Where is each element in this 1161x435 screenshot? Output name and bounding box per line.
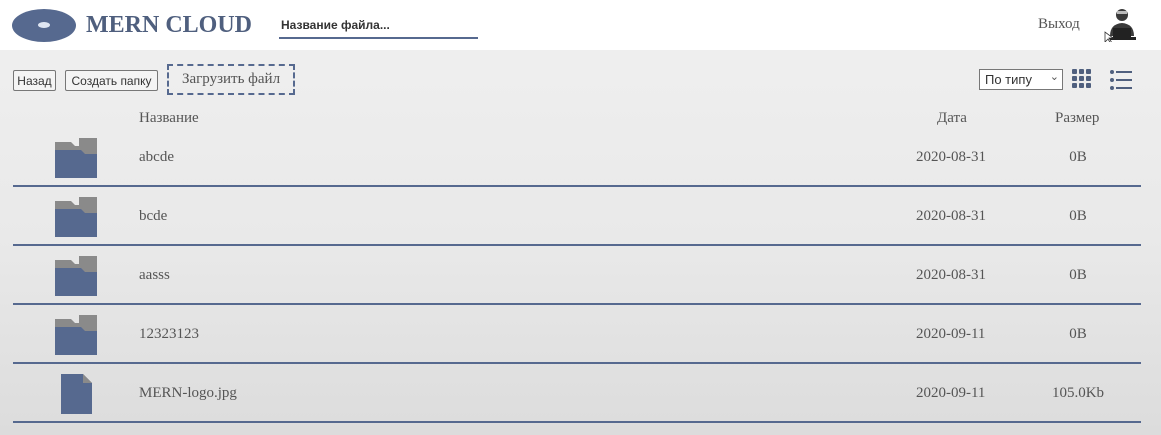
file-date: 2020-09-11 — [916, 326, 986, 342]
grid-view-icon[interactable] — [1072, 69, 1092, 89]
file-icon — [53, 372, 99, 416]
logout-button[interactable]: Выход — [1038, 16, 1080, 33]
column-header-name: Название — [139, 110, 199, 126]
folder-icon — [53, 195, 99, 239]
sort-select[interactable]: По типу ⌄ — [979, 69, 1063, 90]
file-row[interactable]: aasss 2020-08-31 0B — [13, 246, 1141, 305]
back-button[interactable]: Назад — [13, 70, 56, 91]
file-name: aasss — [139, 267, 170, 283]
file-name: abcde — [139, 149, 174, 165]
file-row[interactable]: abcde 2020-08-31 0B — [13, 128, 1141, 187]
file-row[interactable]: 12323123 2020-09-11 0B — [13, 305, 1141, 364]
folder-icon — [53, 254, 99, 298]
navbar: MERN CLOUD Выход — [0, 0, 1161, 50]
file-size: 0B — [1069, 326, 1087, 342]
file-size: 105.0Kb — [1051, 385, 1105, 401]
column-header-date: Дата — [937, 110, 967, 126]
file-size: 0B — [1069, 149, 1087, 165]
disk-logo-icon — [12, 9, 76, 42]
app-title: MERN CLOUD — [86, 12, 252, 38]
file-size: 0B — [1069, 267, 1087, 283]
file-date: 2020-09-11 — [916, 385, 986, 401]
file-date: 2020-08-31 — [916, 267, 986, 283]
file-size: 0B — [1069, 208, 1087, 224]
file-date: 2020-08-31 — [916, 149, 986, 165]
file-name: bcde — [139, 208, 168, 224]
folder-icon — [53, 313, 99, 357]
upload-file-button[interactable]: Загрузить файл — [167, 64, 295, 95]
user-avatar-icon[interactable] — [1104, 6, 1140, 45]
file-date: 2020-08-31 — [916, 208, 986, 224]
create-folder-button[interactable]: Создать папку — [65, 70, 158, 91]
list-view-icon[interactable] — [1110, 69, 1132, 91]
file-name: 12323123 — [139, 326, 199, 342]
file-row[interactable]: MERN-logo.jpg 2020-09-11 105.0Kb — [13, 364, 1141, 423]
file-row[interactable]: bcde 2020-08-31 0B — [13, 187, 1141, 246]
search-input[interactable] — [279, 13, 478, 39]
sort-select-value: По типу — [985, 72, 1032, 87]
column-header-size: Размер — [1055, 110, 1100, 126]
file-name: MERN-logo.jpg — [139, 385, 237, 401]
chevron-down-icon: ⌄ — [1049, 71, 1059, 83]
folder-icon — [53, 136, 99, 180]
